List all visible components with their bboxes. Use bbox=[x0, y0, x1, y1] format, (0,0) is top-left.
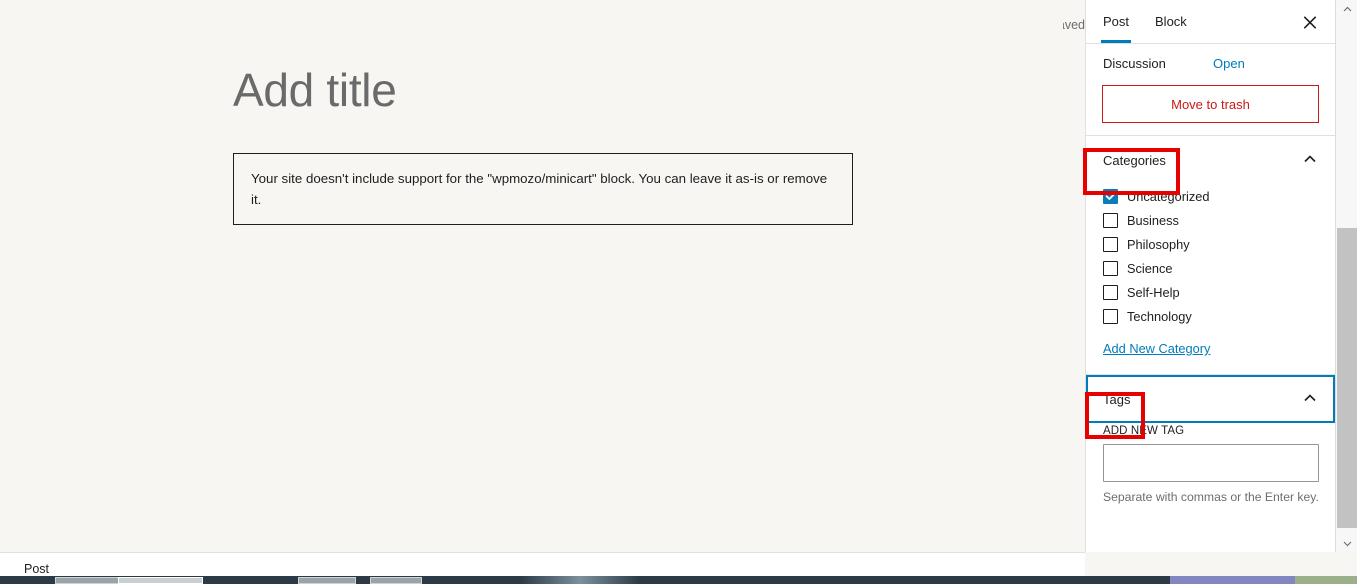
breadcrumb-post[interactable]: Post bbox=[24, 562, 49, 576]
unsupported-block-notice-text: Your site doesn't include support for th… bbox=[251, 171, 828, 207]
move-to-trash-button[interactable]: Move to trash bbox=[1102, 85, 1319, 123]
checkbox-checked-icon[interactable] bbox=[1103, 188, 1118, 204]
categories-panel-toggle[interactable]: Categories bbox=[1086, 136, 1335, 184]
discussion-value-open[interactable]: Open bbox=[1213, 56, 1245, 71]
checkbox-icon[interactable] bbox=[1103, 236, 1118, 252]
category-item[interactable]: Uncategorized bbox=[1103, 184, 1319, 208]
add-new-tag-input[interactable] bbox=[1103, 444, 1319, 482]
add-new-tag-label: ADD NEW TAG bbox=[1103, 425, 1185, 437]
add-new-category-link[interactable]: Add New Category bbox=[1103, 341, 1210, 356]
post-settings-sidebar: Post Block Discussion Open Move to trash… bbox=[1085, 0, 1335, 552]
scrollbar-thumb[interactable] bbox=[1337, 228, 1357, 528]
taskbar-glow bbox=[520, 576, 640, 584]
taskbar-region-b bbox=[1295, 576, 1357, 584]
sidebar-tab-bar: Post Block bbox=[1086, 0, 1335, 44]
saved-indicator: Saved ✓ bbox=[1063, 18, 1085, 32]
chevron-up-icon bbox=[1301, 389, 1319, 410]
chevron-up-icon bbox=[1301, 150, 1319, 171]
category-label[interactable]: Science bbox=[1127, 261, 1173, 276]
tags-panel-body: ADD NEW TAG Separate with commas or the … bbox=[1086, 425, 1335, 520]
categories-panel-title: Categories bbox=[1103, 152, 1166, 168]
checkbox-icon[interactable] bbox=[1103, 212, 1118, 228]
category-label[interactable]: Uncategorized bbox=[1127, 189, 1210, 204]
taskbar-button-active[interactable] bbox=[118, 577, 203, 584]
post-title-input[interactable]: Add title bbox=[233, 58, 397, 122]
category-label[interactable]: Self-Help bbox=[1127, 285, 1180, 300]
tags-panel-toggle[interactable]: Tags bbox=[1086, 375, 1335, 423]
page-scrollbar[interactable] bbox=[1335, 0, 1357, 552]
category-item[interactable]: Technology bbox=[1103, 304, 1319, 328]
category-item[interactable]: Self-Help bbox=[1103, 280, 1319, 304]
category-item[interactable]: Science bbox=[1103, 256, 1319, 280]
tags-panel-title: Tags bbox=[1103, 391, 1131, 407]
categories-panel: Categories Uncategorized Business Philosop… bbox=[1086, 135, 1335, 374]
category-checkbox-list: Uncategorized Business Philosophy Science Se… bbox=[1103, 184, 1319, 328]
discussion-row: Discussion Open bbox=[1086, 44, 1335, 79]
category-label[interactable]: Technology bbox=[1127, 309, 1192, 324]
categories-panel-body: Uncategorized Business Philosophy Science Se… bbox=[1086, 184, 1335, 374]
tab-post[interactable]: Post bbox=[1100, 0, 1132, 43]
tag-help-text: Separate with commas or the Enter key. bbox=[1103, 490, 1319, 504]
saved-label: Saved bbox=[1063, 18, 1085, 32]
category-item[interactable]: Philosophy bbox=[1103, 232, 1319, 256]
discussion-label: Discussion bbox=[1103, 56, 1166, 71]
tab-block[interactable]: Block bbox=[1155, 0, 1187, 43]
scroll-up-arrow-icon[interactable] bbox=[1336, 0, 1357, 18]
unsupported-block-notice[interactable]: Your site doesn't include support for th… bbox=[233, 153, 853, 225]
move-to-trash-wrap: Move to trash bbox=[1086, 79, 1335, 135]
category-label[interactable]: Business bbox=[1127, 213, 1179, 228]
scroll-down-arrow-icon[interactable] bbox=[1336, 534, 1357, 552]
editor-canvas: Add title Your site doesn't include supp… bbox=[0, 0, 1085, 552]
checkbox-icon[interactable] bbox=[1103, 308, 1118, 324]
taskbar-button[interactable] bbox=[298, 577, 356, 584]
taskbar-region-a bbox=[1170, 576, 1295, 584]
taskbar-button[interactable] bbox=[370, 577, 422, 584]
category-item[interactable]: Business bbox=[1103, 208, 1319, 232]
close-icon[interactable] bbox=[1297, 9, 1323, 35]
category-label[interactable]: Philosophy bbox=[1127, 237, 1190, 252]
tags-panel: Tags ADD NEW TAG Separate with commas or… bbox=[1086, 374, 1335, 520]
wordpress-block-editor: Add title Your site doesn't include supp… bbox=[0, 0, 1357, 584]
os-taskbar bbox=[0, 576, 1357, 584]
checkbox-icon[interactable] bbox=[1103, 284, 1118, 300]
checkbox-icon[interactable] bbox=[1103, 260, 1118, 276]
